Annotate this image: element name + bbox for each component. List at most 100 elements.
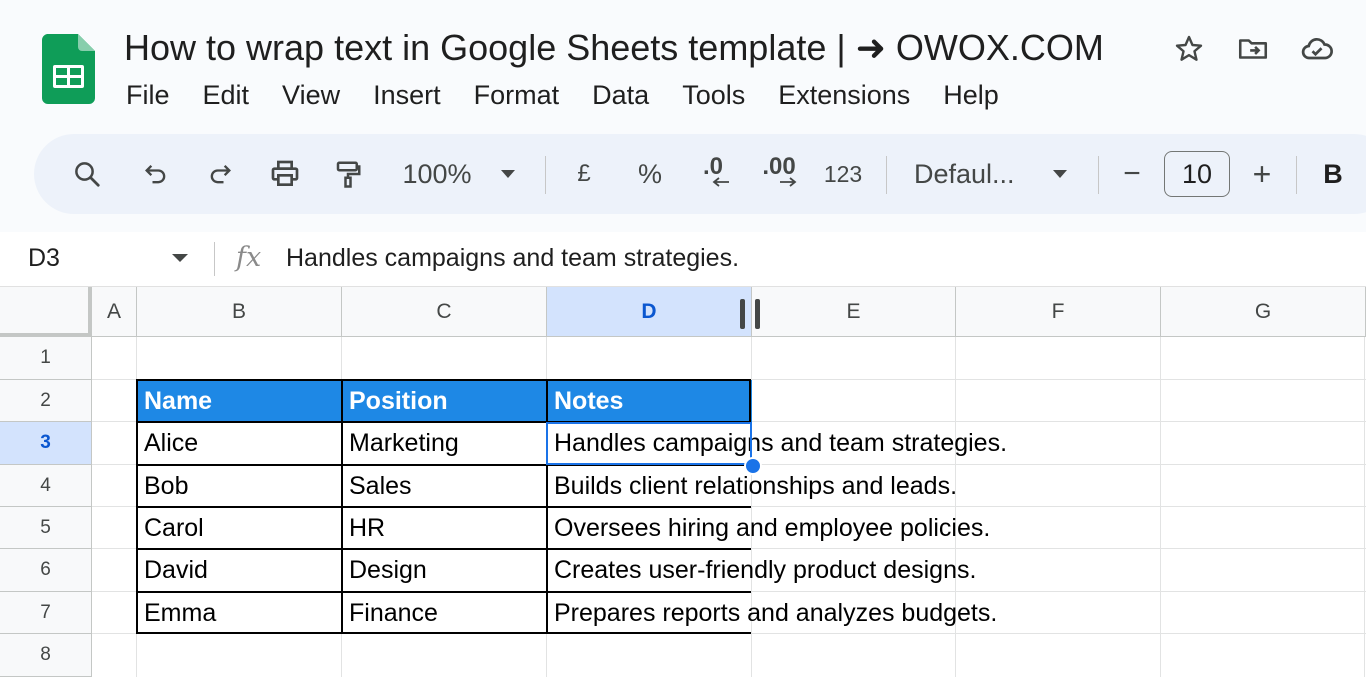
cloud-saved-icon[interactable] bbox=[1298, 30, 1336, 68]
toolbar-divider bbox=[1098, 156, 1099, 194]
row-header-4[interactable]: 4 bbox=[0, 465, 92, 507]
row-header-2[interactable]: 2 bbox=[0, 380, 92, 422]
formula-bar: D3 fx Handles campaigns and team strateg… bbox=[0, 232, 1366, 287]
search-menus-button[interactable] bbox=[64, 134, 110, 214]
print-icon bbox=[271, 160, 299, 186]
percent-format-button[interactable]: % bbox=[630, 134, 670, 214]
table-border bbox=[546, 379, 548, 634]
toolbar-divider bbox=[1296, 156, 1297, 194]
cell-d6[interactable]: Creates user-friendly product designs. bbox=[547, 549, 976, 591]
cell-b3[interactable]: Alice bbox=[137, 422, 198, 464]
column-header-c[interactable]: C bbox=[342, 287, 547, 337]
fill-handle[interactable] bbox=[744, 457, 762, 475]
cell-d7[interactable]: Prepares reports and analyzes budgets. bbox=[547, 592, 997, 634]
column-header-g[interactable]: G bbox=[1161, 287, 1366, 337]
arrow-right-icon bbox=[780, 177, 797, 187]
row-header-8[interactable]: 8 bbox=[0, 634, 92, 677]
bold-button[interactable]: B bbox=[1318, 134, 1348, 214]
star-icon[interactable] bbox=[1170, 30, 1208, 68]
table-border bbox=[546, 548, 751, 550]
menu-bar: File Edit View Insert Format Data Tools … bbox=[126, 78, 1032, 112]
menu-tools[interactable]: Tools bbox=[682, 78, 745, 112]
paint-format-icon bbox=[336, 161, 361, 188]
table-border bbox=[749, 379, 751, 422]
menu-file[interactable]: File bbox=[126, 78, 170, 112]
toolbar: 100% £ % .0 .00 123 Defaul... − 10 + B bbox=[34, 134, 1366, 214]
menu-edit[interactable]: Edit bbox=[203, 78, 250, 112]
zoom-dropdown-icon[interactable] bbox=[496, 134, 520, 214]
table-border bbox=[136, 421, 751, 423]
move-to-folder-icon[interactable] bbox=[1234, 30, 1272, 68]
select-all-corner[interactable] bbox=[0, 287, 92, 337]
menu-data[interactable]: Data bbox=[592, 78, 649, 112]
name-box-dropdown-icon[interactable] bbox=[172, 254, 188, 262]
toolbar-divider bbox=[545, 156, 546, 194]
document-title[interactable]: How to wrap text in Google Sheets templa… bbox=[124, 26, 1104, 70]
table-header-notes[interactable]: Notes bbox=[547, 380, 752, 422]
row-header-7[interactable]: 7 bbox=[0, 592, 92, 634]
column-header-d[interactable]: D bbox=[547, 287, 752, 337]
title-actions bbox=[1170, 30, 1336, 68]
row-header-3[interactable]: 3 bbox=[0, 422, 92, 465]
table-border bbox=[546, 506, 751, 508]
google-sheets-logo-icon[interactable] bbox=[42, 34, 95, 104]
paint-format-button[interactable] bbox=[326, 134, 370, 214]
name-box[interactable]: D3 bbox=[28, 244, 60, 273]
menu-format[interactable]: Format bbox=[474, 78, 560, 112]
font-family-select[interactable]: Defaul... bbox=[914, 134, 1028, 214]
font-dropdown-icon[interactable] bbox=[1048, 134, 1072, 214]
gridline bbox=[1364, 337, 1365, 677]
table-border bbox=[136, 632, 751, 634]
toolbar-divider bbox=[886, 156, 887, 194]
cell-b6[interactable]: David bbox=[137, 549, 208, 591]
table-border bbox=[136, 379, 751, 381]
decrease-decimal-button[interactable]: .0 bbox=[688, 134, 738, 214]
font-size-input[interactable]: 10 bbox=[1164, 151, 1230, 197]
increase-decimal-label: .00 bbox=[762, 153, 796, 180]
cell-b5[interactable]: Carol bbox=[137, 507, 204, 549]
column-resize-handle[interactable] bbox=[740, 299, 745, 329]
increase-decimal-button[interactable]: .00 bbox=[752, 134, 806, 214]
column-header-e[interactable]: E bbox=[752, 287, 956, 337]
cell-c6[interactable]: Design bbox=[342, 549, 427, 591]
formula-input[interactable]: Handles campaigns and team strategies. bbox=[286, 244, 739, 273]
column-header-a[interactable]: A bbox=[92, 287, 137, 337]
row-header-6[interactable]: 6 bbox=[0, 549, 92, 592]
menu-view[interactable]: View bbox=[282, 78, 340, 112]
spreadsheet-grid[interactable]: A B C D E F G 1 2 3 4 5 6 7 8 Name Posit… bbox=[0, 287, 1366, 677]
more-formats-button[interactable]: 123 bbox=[818, 134, 868, 214]
print-button[interactable] bbox=[262, 134, 308, 214]
undo-button[interactable] bbox=[134, 134, 178, 214]
cell-c4[interactable]: Sales bbox=[342, 465, 412, 507]
formula-divider bbox=[214, 242, 215, 276]
cell-b7[interactable]: Emma bbox=[137, 592, 216, 634]
menu-extensions[interactable]: Extensions bbox=[778, 78, 910, 112]
table-header-name[interactable]: Name bbox=[137, 380, 342, 422]
currency-format-button[interactable]: £ bbox=[564, 134, 604, 214]
row-header-1[interactable]: 1 bbox=[0, 337, 92, 380]
menu-insert[interactable]: Insert bbox=[373, 78, 441, 112]
table-border bbox=[341, 379, 343, 634]
cell-c5[interactable]: HR bbox=[342, 507, 385, 549]
column-header-f[interactable]: F bbox=[956, 287, 1161, 337]
cell-d3[interactable]: Handles campaigns and team strategies. bbox=[547, 422, 1007, 464]
decrease-font-size-button[interactable]: − bbox=[1114, 134, 1150, 214]
gridline bbox=[1160, 337, 1161, 677]
cell-c7[interactable]: Finance bbox=[342, 592, 438, 634]
row-header-5[interactable]: 5 bbox=[0, 507, 92, 549]
decrease-decimal-label: .0 bbox=[702, 153, 723, 180]
function-icon: fx bbox=[236, 242, 262, 273]
column-header-b[interactable]: B bbox=[137, 287, 342, 337]
cell-c3[interactable]: Marketing bbox=[342, 422, 459, 464]
arrow-left-icon bbox=[712, 177, 729, 187]
increase-font-size-button[interactable]: + bbox=[1244, 134, 1280, 214]
table-header-position[interactable]: Position bbox=[342, 380, 547, 422]
table-border bbox=[546, 591, 751, 593]
zoom-value[interactable]: 100% bbox=[394, 134, 480, 214]
menu-help[interactable]: Help bbox=[943, 78, 999, 112]
cell-d5[interactable]: Oversees hiring and employee policies. bbox=[547, 507, 990, 549]
cell-b4[interactable]: Bob bbox=[137, 465, 188, 507]
redo-button[interactable] bbox=[198, 134, 242, 214]
table-border bbox=[546, 464, 751, 466]
column-resize-handle[interactable] bbox=[755, 299, 760, 329]
